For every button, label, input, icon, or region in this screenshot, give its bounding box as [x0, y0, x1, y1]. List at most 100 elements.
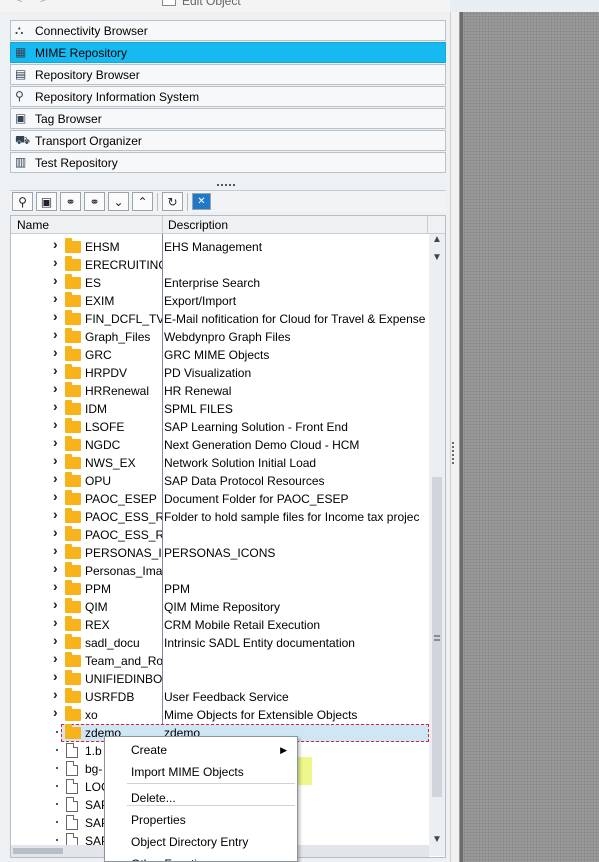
tree-row[interactable]: › HRRenewal HR Renewal — [11, 381, 429, 400]
menu-item-import-mime-objects[interactable]: Import MIME Objects — [105, 761, 297, 783]
tree-row[interactable]: › EHSM EHS Management — [11, 237, 429, 256]
tree-row[interactable]: › IDM SPML FILES — [11, 399, 429, 418]
tree-row[interactable]: › OPU SAP Data Protocol Resources — [11, 471, 429, 490]
row-description: CRM Mobile Retail Execution — [164, 618, 321, 632]
tree-row[interactable]: › Team_and_Ro — [11, 651, 429, 670]
expand-chevron-icon[interactable]: › — [53, 561, 63, 575]
expand-all-icon[interactable]: ⌄ — [108, 192, 129, 211]
expand-chevron-icon[interactable]: › — [53, 543, 63, 557]
menu-item-other-functions[interactable]: Other Functions ▶ — [105, 853, 297, 861]
tree-row[interactable]: › GRC GRC MIME Objects — [11, 345, 429, 364]
column-divider[interactable] — [162, 216, 163, 234]
nav-item-tag-browser[interactable]: ▣ Tag Browser — [10, 108, 446, 129]
refresh-icon[interactable]: ↻ — [162, 192, 183, 211]
expand-chevron-icon[interactable]: › — [53, 345, 63, 359]
expand-chevron-icon[interactable]: › — [53, 579, 63, 593]
expand-chevron-icon[interactable]: › — [53, 417, 63, 431]
folder-icon — [65, 706, 81, 721]
pane-divider[interactable] — [450, 12, 460, 862]
tree-row[interactable]: › FIN_DCFL_TV E-Mail nofitication for Clou… — [11, 309, 429, 328]
nav-item-transport-organizer[interactable]: ⛟ Transport Organizer — [10, 130, 446, 151]
menu-item-create[interactable]: Create ▶ — [105, 739, 297, 761]
tree-row[interactable]: › NGDC Next Generation Demo Cloud - HCM — [11, 435, 429, 454]
vertical-scrollbar[interactable]: ▲ ▼ ▼ — [429, 234, 445, 856]
tree-row[interactable]: › PAOC_ESEP Document Folder for PAOC_ESEP — [11, 489, 429, 508]
expand-chevron-icon[interactable]: › — [53, 471, 63, 485]
tree-row[interactable]: › ERECRUITING — [11, 255, 429, 274]
tree-row[interactable]: › UNIFIEDINBOX — [11, 669, 429, 688]
tree-row[interactable]: › QIM QIM Mime Repository — [11, 597, 429, 616]
expand-chevron-icon[interactable]: › — [53, 669, 63, 683]
close-icon[interactable]: ✕ — [192, 193, 211, 210]
tree-row[interactable]: › PAOC_ESS_REFolder to hold sample files … — [11, 507, 429, 526]
folder-icon — [65, 238, 81, 253]
tree-row[interactable]: › USRFDB User Feedback Service — [11, 687, 429, 706]
row-description: User Feedback Service — [164, 690, 289, 704]
nav-item-label: Repository Information System — [35, 89, 200, 104]
tree-row[interactable]: › HRPDV PD Visualization — [11, 363, 429, 382]
expand-chevron-icon[interactable]: › — [53, 489, 63, 503]
back-icon[interactable]: < — [16, 0, 30, 8]
tree-row[interactable]: › LSOFE SAP Learning Solution - Front End — [11, 417, 429, 436]
scroll-down-icon[interactable]: ▼ — [431, 252, 443, 264]
expand-chevron-icon[interactable]: › — [53, 633, 63, 647]
menu-item-properties[interactable]: Properties — [105, 809, 297, 831]
scroll-up-icon[interactable]: ▲ — [431, 234, 443, 246]
expand-chevron-icon[interactable]: › — [53, 363, 63, 377]
tree-row[interactable]: › sadl_docu Intrinsic SADL Entity document… — [11, 633, 429, 652]
expand-chevron-icon[interactable]: › — [53, 255, 63, 269]
expand-chevron-icon[interactable]: › — [53, 327, 63, 341]
scroll-end-icon[interactable]: ▼ — [431, 834, 443, 846]
expand-chevron-icon[interactable]: › — [53, 525, 63, 539]
find-icon[interactable]: ⚲ — [12, 192, 33, 211]
expand-chevron-icon[interactable]: › — [53, 291, 63, 305]
row-name: PAOC_ESS_RE — [85, 528, 162, 542]
menu-item-delete[interactable]: Delete... — [105, 787, 297, 809]
tree-row[interactable]: › REX CRM Mobile Retail Execution — [11, 615, 429, 634]
column-header-name[interactable]: Name — [17, 218, 49, 232]
binoculars-next-icon[interactable]: ⚭ — [84, 192, 105, 211]
nav-item-test-repository[interactable]: ▥ Test Repository — [10, 152, 446, 173]
binoculars-icon[interactable]: ⚭ — [60, 192, 81, 211]
expand-chevron-icon[interactable]: › — [53, 615, 63, 629]
menu-item-object-directory-entry[interactable]: Object Directory Entry — [105, 831, 297, 853]
tree-row[interactable]: › NWS_EX Network Solution Initial Load — [11, 453, 429, 472]
tree-row[interactable]: › Personas_Ima — [11, 561, 429, 580]
expand-chevron-icon[interactable]: › — [53, 399, 63, 413]
folder-icon — [65, 490, 81, 505]
expand-chevron-icon[interactable]: › — [53, 687, 63, 701]
expand-chevron-icon[interactable]: › — [53, 435, 63, 449]
nav-item-mime-repository[interactable]: ▦ MIME Repository — [10, 42, 446, 63]
expand-chevron-icon[interactable]: › — [53, 309, 63, 323]
tree-row[interactable]: › xo Mime Objects for Extensible Objects — [11, 705, 429, 724]
tree-row[interactable]: › ES Enterprise Search — [11, 273, 429, 292]
folder-icon — [65, 346, 81, 361]
expand-chevron-icon[interactable]: › — [53, 651, 63, 665]
nav-item-repository-browser[interactable]: ▤ Repository Browser — [10, 64, 446, 85]
nav-item-connectivity-browser[interactable]: ⛬ Connectivity Browser — [10, 20, 446, 41]
tree-row[interactable]: › Graph_Files Webdynpro Graph Files — [11, 327, 429, 346]
collapse-all-icon[interactable]: ⌃ — [132, 192, 153, 211]
expand-chevron-icon[interactable]: › — [53, 381, 63, 395]
tree-row[interactable]: › PERSONAS_IC PERSONAS_ICONS — [11, 543, 429, 562]
row-name: NGDC — [85, 438, 121, 452]
expand-chevron-icon[interactable]: › — [53, 597, 63, 611]
tree-row[interactable]: › EXIM Export/Import — [11, 291, 429, 310]
tree-row[interactable]: › PPM PPM — [11, 579, 429, 598]
expand-chevron-icon[interactable]: › — [53, 507, 63, 521]
divider-grip-icon[interactable] — [452, 442, 458, 464]
expand-chevron-icon[interactable]: › — [53, 273, 63, 287]
expand-chevron-icon[interactable]: › — [53, 705, 63, 719]
expand-chevron-icon[interactable]: › — [53, 453, 63, 467]
nav-item-repository-information-system[interactable]: ⚲ Repository Information System — [10, 86, 446, 107]
menu-item-label: Create — [131, 743, 168, 757]
expand-chevron-icon[interactable]: › — [53, 237, 63, 251]
display-object-icon[interactable]: ▣ — [36, 192, 57, 211]
forward-icon[interactable]: > — [40, 0, 54, 8]
splitter-grip[interactable] — [217, 184, 235, 187]
tree-row[interactable]: › PAOC_ESS_RE — [11, 525, 429, 544]
column-header-description[interactable]: Description — [168, 218, 228, 232]
column-divider-end[interactable] — [427, 216, 428, 234]
row-name: QIM — [85, 600, 108, 614]
horizontal-scroll-thumb[interactable] — [13, 848, 63, 854]
